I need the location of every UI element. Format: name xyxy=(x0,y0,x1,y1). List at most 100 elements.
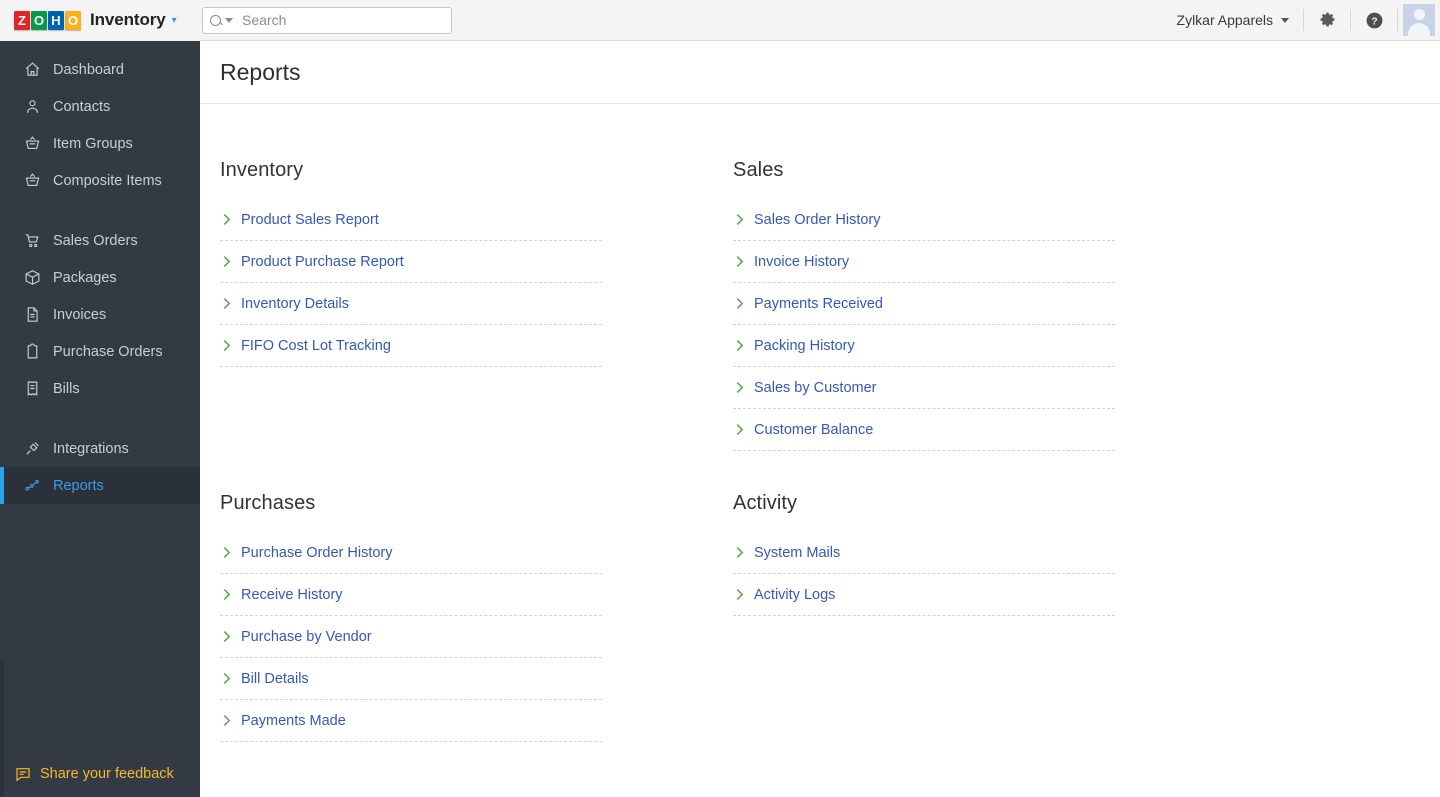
report-link[interactable]: Product Purchase Report xyxy=(241,254,404,270)
sidebar-item-label: Reports xyxy=(53,478,104,494)
report-link[interactable]: Customer Balance xyxy=(754,422,873,438)
chevron-right-icon xyxy=(220,339,232,352)
sidebar-item-reports[interactable]: Reports xyxy=(0,467,200,504)
sidebar-item-label: Dashboard xyxy=(53,62,124,78)
report-link[interactable]: Product Sales Report xyxy=(241,212,379,228)
page-title: Reports xyxy=(220,59,301,86)
report-link[interactable]: Bill Details xyxy=(241,671,309,687)
plug-icon xyxy=(22,439,42,459)
search-input[interactable] xyxy=(242,12,432,28)
list-item[interactable]: Sales Order History xyxy=(733,199,1115,241)
list-item[interactable]: Product Purchase Report xyxy=(220,241,602,283)
sidebar-item-label: Sales Orders xyxy=(53,233,138,249)
zoho-logo-letter-o1: O xyxy=(31,11,47,30)
search-icon xyxy=(210,15,221,26)
list-item[interactable]: Payments Made xyxy=(220,700,602,742)
sidebar-item-label: Invoices xyxy=(53,307,106,323)
caret-down-icon[interactable] xyxy=(225,18,233,23)
sidebar-item-packages[interactable]: Packages xyxy=(0,259,200,296)
cart-icon xyxy=(22,231,42,251)
list-item[interactable]: Payments Received xyxy=(733,283,1115,325)
avatar xyxy=(1403,4,1435,36)
organization-name: Zylkar Apparels xyxy=(1177,12,1275,28)
chevron-down-icon[interactable]: ▾ xyxy=(172,15,177,26)
invoice-icon xyxy=(22,305,42,325)
report-link[interactable]: Receive History xyxy=(241,587,343,603)
report-link[interactable]: Payments Received xyxy=(754,296,883,312)
report-link[interactable]: Activity Logs xyxy=(754,587,835,603)
sidebar-divider-gap xyxy=(0,199,200,222)
share-feedback-button[interactable]: Share your feedback xyxy=(0,765,174,783)
sidebar-item-purchase-orders[interactable]: Purchase Orders xyxy=(0,333,200,370)
chevron-right-icon xyxy=(733,546,745,559)
list-item[interactable]: Inventory Details xyxy=(220,283,602,325)
section-title: Sales xyxy=(733,159,1115,182)
sidebar-group-1: Dashboard Contacts Item Groups xyxy=(0,41,200,199)
zoho-logo: Z O H O xyxy=(14,9,82,31)
sidebar-group-3: Integrations Reports xyxy=(0,430,200,504)
report-link-list: Product Sales Report Product Purchase Re… xyxy=(220,199,602,367)
report-link[interactable]: Sales Order History xyxy=(754,212,881,228)
share-feedback-label: Share your feedback xyxy=(40,766,174,782)
report-section-activity: Activity System Mails Activity Logs xyxy=(733,492,1115,616)
app-name: Inventory xyxy=(90,10,166,30)
brand-area[interactable]: Z O H O Inventory ▾ xyxy=(0,0,200,41)
chevron-right-icon xyxy=(733,339,745,352)
basket-icon xyxy=(22,171,42,191)
list-item[interactable]: Invoice History xyxy=(733,241,1115,283)
report-link[interactable]: Packing History xyxy=(754,338,855,354)
report-link[interactable]: Purchase by Vendor xyxy=(241,629,372,645)
list-item[interactable]: Purchase by Vendor xyxy=(220,616,602,658)
list-item[interactable]: Receive History xyxy=(220,574,602,616)
list-item[interactable]: Customer Balance xyxy=(733,409,1115,451)
report-section-purchases: Purchases Purchase Order History Receive… xyxy=(220,492,602,742)
list-item[interactable]: Sales by Customer xyxy=(733,367,1115,409)
sidebar-item-invoices[interactable]: Invoices xyxy=(0,296,200,333)
sidebar-item-contacts[interactable]: Contacts xyxy=(0,88,200,125)
gear-icon xyxy=(1318,11,1337,30)
sidebar-item-integrations[interactable]: Integrations xyxy=(0,430,200,467)
report-section-sales: Sales Sales Order History Invoice Histor… xyxy=(733,159,1115,451)
help-button[interactable]: ? xyxy=(1351,0,1397,41)
sidebar-item-bills[interactable]: Bills xyxy=(0,370,200,407)
sidebar-item-dashboard[interactable]: Dashboard xyxy=(0,51,200,88)
avatar-button[interactable] xyxy=(1398,0,1440,41)
main-content: Reports Inventory Product Sales Report P… xyxy=(200,41,1440,797)
search-box[interactable] xyxy=(202,7,452,34)
chevron-right-icon xyxy=(733,255,745,268)
sidebar-item-composite-items[interactable]: Composite Items xyxy=(0,162,200,199)
report-link[interactable]: Payments Made xyxy=(241,713,346,729)
organization-switcher[interactable]: Zylkar Apparels xyxy=(1163,0,1303,41)
list-item[interactable]: Purchase Order History xyxy=(220,532,602,574)
sidebar-item-label: Purchase Orders xyxy=(53,344,163,360)
report-link-list: System Mails Activity Logs xyxy=(733,532,1115,616)
report-link[interactable]: System Mails xyxy=(754,545,840,561)
settings-button[interactable] xyxy=(1304,0,1350,41)
chevron-right-icon xyxy=(733,297,745,310)
zoho-logo-letter-h: H xyxy=(48,11,64,30)
report-link[interactable]: Invoice History xyxy=(754,254,849,270)
basket-icon xyxy=(22,134,42,154)
list-item[interactable]: Packing History xyxy=(733,325,1115,367)
box-icon xyxy=(22,268,42,288)
sidebar: Dashboard Contacts Item Groups xyxy=(0,41,200,797)
topbar-right-group: Zylkar Apparels ? xyxy=(1163,0,1440,41)
sidebar-item-label: Composite Items xyxy=(53,173,162,189)
clipboard-icon xyxy=(22,342,42,362)
report-link[interactable]: FIFO Cost Lot Tracking xyxy=(241,338,391,354)
list-item[interactable]: System Mails xyxy=(733,532,1115,574)
report-link[interactable]: Inventory Details xyxy=(241,296,349,312)
chevron-right-icon xyxy=(220,546,232,559)
sidebar-item-item-groups[interactable]: Item Groups xyxy=(0,125,200,162)
list-item[interactable]: Product Sales Report xyxy=(220,199,602,241)
report-link[interactable]: Sales by Customer xyxy=(754,380,877,396)
person-icon xyxy=(22,97,42,117)
list-item[interactable]: Activity Logs xyxy=(733,574,1115,616)
line-chart-icon xyxy=(22,476,42,496)
sidebar-item-sales-orders[interactable]: Sales Orders xyxy=(0,222,200,259)
report-link[interactable]: Purchase Order History xyxy=(241,545,393,561)
top-bar: Z O H O Inventory ▾ Zylkar Apparels xyxy=(0,0,1440,41)
list-item[interactable]: FIFO Cost Lot Tracking xyxy=(220,325,602,367)
help-circle-icon: ? xyxy=(1365,11,1384,30)
list-item[interactable]: Bill Details xyxy=(220,658,602,700)
